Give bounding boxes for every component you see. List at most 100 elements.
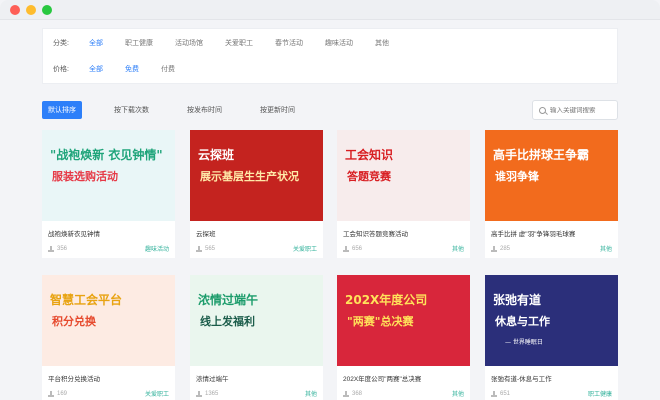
template-card[interactable]: 工会知识答题竞赛工会知识答题竞赛活动 656 其他 (337, 130, 470, 258)
download-count-value: 656 (352, 245, 363, 252)
download-count-value: 356 (57, 245, 68, 252)
download-count: 656 (343, 244, 362, 253)
category-tag[interactable]: 趣味活动 (145, 244, 169, 253)
poster-subline: "两赛"总决赛 (347, 315, 414, 328)
category-tag[interactable]: 其他 (305, 389, 317, 398)
poster-subline: 谁羽争锋 (495, 170, 539, 183)
poster-headline: 高手比拼球王争霸 (493, 148, 590, 162)
close-dot-icon[interactable] (10, 4, 20, 15)
sort-bar: 默认排序 按下载次数 按发布时间 按更新时间 (42, 100, 618, 120)
download-count: 1365 (196, 389, 218, 398)
template-card[interactable]: 202X年度公司 "两赛"总决赛 202X年度公司"两赛"总决赛 368 其他 (337, 275, 470, 400)
category-tag[interactable]: 其他 (600, 244, 612, 253)
poster-headline: 浓情过端午 (198, 293, 259, 307)
card-thumbnail[interactable]: 智慧工会平台 积分兑换 (42, 275, 175, 366)
card-title[interactable]: 工会知识答题竞赛活动 (343, 228, 408, 238)
download-count: 565 (196, 244, 215, 253)
category-filter-label: 分类: (53, 40, 69, 47)
price-option-free[interactable]: 免费 (125, 64, 139, 74)
sort-downloads-button[interactable]: 按下载次数 (108, 101, 155, 119)
card-thumbnail[interactable]: 云探班展示基层生生产状况 (190, 130, 323, 221)
card-title[interactable]: 张弛有道-休息与工作 (491, 373, 552, 383)
poster-subline: 休息与工作 (495, 315, 550, 328)
poster-subline: 线上发福利 (200, 315, 255, 328)
download-icon (48, 390, 54, 397)
download-count-value: 285 (500, 245, 511, 252)
poster-caption: — 世界睡眠日 (505, 339, 543, 346)
category-option-fun[interactable]: 趣味活动 (325, 38, 353, 48)
price-filter-row: 价格: 全部 免费 付费 (53, 63, 197, 75)
template-card[interactable]: 张弛有道休息与工作 — 世界睡眠日张弛有道-休息与工作 651 职工健康 (485, 275, 618, 400)
sort-default-button[interactable]: 默认排序 (42, 101, 82, 119)
maximize-dot-icon[interactable] (42, 4, 52, 15)
poster-subline: 答题竞赛 (347, 170, 391, 183)
download-icon (491, 245, 497, 252)
poster-headline: 智慧工会平台 (50, 293, 123, 307)
card-title[interactable]: 202X年度公司"两赛"总决赛 (343, 373, 421, 383)
template-card[interactable]: 云探班 展示基层生生产状况 云探班 565 关爱职工 (190, 130, 323, 258)
search-input[interactable] (550, 106, 616, 114)
category-tag[interactable]: 关爱职工 (145, 389, 169, 398)
poster-subline: 积分兑换 (52, 315, 96, 328)
download-count: 356 (48, 244, 67, 253)
card-title[interactable]: 高手比拼 虚"羽"争锋羽毛球赛 (491, 228, 575, 238)
download-count: 285 (491, 244, 510, 253)
card-title[interactable]: 浓情过端午 (196, 373, 229, 383)
card-thumbnail[interactable]: 高手比拼球王争霸 谁羽争锋 (485, 130, 618, 221)
download-count-value: 565 (205, 245, 216, 252)
card-meta: 1365 其他 (196, 389, 317, 398)
card-title[interactable]: 战袍焕新衣见钟情 (48, 228, 100, 238)
category-tag[interactable]: 其他 (452, 244, 464, 253)
category-tag[interactable]: 职工健康 (588, 389, 612, 398)
download-count-value: 368 (352, 390, 363, 397)
download-count: 169 (48, 389, 67, 398)
card-meta: 651 职工健康 (491, 389, 612, 398)
poster-subline: 展示基层生生产状况 (200, 170, 299, 183)
price-option-paid[interactable]: 付费 (161, 64, 175, 74)
search-icon[interactable] (539, 106, 546, 114)
card-thumbnail[interactable]: "战袍焕新 衣见钟情" 服装选购活动 (42, 130, 175, 221)
category-option-spring[interactable]: 春节活动 (275, 38, 303, 48)
card-thumbnail[interactable]: 张弛有道休息与工作 — 世界睡眠日 (485, 275, 618, 366)
template-card[interactable]: 智慧工会平台 积分兑换平台积分兑换活动 169 关爱职工 (42, 275, 175, 400)
download-count-value: 169 (57, 390, 68, 397)
card-thumbnail[interactable]: 浓情过端午线上发福利 (190, 275, 323, 366)
sort-updated-button[interactable]: 按更新时间 (254, 101, 301, 119)
template-card[interactable]: 浓情过端午 线上发福利 浓情过端午 1365 其他 (190, 275, 323, 400)
sort-published-button[interactable]: 按发布时间 (181, 101, 228, 119)
card-meta: 285 其他 (491, 244, 612, 253)
poster-headline: 工会知识 (345, 148, 394, 162)
minimize-dot-icon[interactable] (26, 4, 36, 15)
download-icon (343, 245, 349, 252)
category-option-other[interactable]: 其他 (375, 38, 389, 48)
card-meta: 565 关爱职工 (196, 244, 317, 253)
filter-panel: 分类: 全部 职工健康 活动场馆 关爱职工 春节活动 趣味活动 其他 价格: 全… (42, 28, 618, 84)
download-icon (196, 245, 202, 252)
download-count: 651 (491, 389, 510, 398)
download-count-value: 651 (500, 390, 511, 397)
card-meta: 169 关爱职工 (48, 389, 169, 398)
price-option-all[interactable]: 全部 (89, 64, 103, 74)
category-option-health[interactable]: 职工健康 (125, 38, 153, 48)
template-card[interactable]: "战袍焕新 衣见钟情" 服装选购活动战袍焕新衣见钟情 356 趣味活动 (42, 130, 175, 258)
category-option-all[interactable]: 全部 (89, 38, 103, 48)
category-option-venue[interactable]: 活动场馆 (175, 38, 203, 48)
card-title[interactable]: 平台积分兑换活动 (48, 373, 100, 383)
card-title[interactable]: 云探班 (196, 228, 216, 238)
browser-window: 分类: 全部 职工健康 活动场馆 关爱职工 春节活动 趣味活动 其他 价格: 全… (0, 0, 660, 400)
category-tag[interactable]: 其他 (452, 389, 464, 398)
download-icon (491, 390, 497, 397)
poster-subline: 服装选购活动 (52, 170, 118, 183)
card-thumbnail[interactable]: 工会知识 答题竞赛 (337, 130, 470, 221)
poster-headline: 云探班 (198, 148, 235, 162)
poster-headline: 张弛有道 (493, 293, 542, 307)
template-card[interactable]: 高手比拼球王争霸 谁羽争锋高手比拼 虚"羽"争锋羽毛球赛 285 其他 (485, 130, 618, 258)
download-icon (343, 390, 349, 397)
category-tag[interactable]: 关爱职工 (293, 244, 317, 253)
download-icon (48, 245, 54, 252)
category-filter-row: 分类: 全部 职工健康 活动场馆 关爱职工 春节活动 趣味活动 其他 (53, 37, 411, 49)
category-option-care[interactable]: 关爱职工 (225, 38, 253, 48)
card-meta: 368 其他 (343, 389, 464, 398)
card-thumbnail[interactable]: 202X年度公司 "两赛"总决赛 (337, 275, 470, 366)
search-box[interactable] (532, 100, 618, 120)
